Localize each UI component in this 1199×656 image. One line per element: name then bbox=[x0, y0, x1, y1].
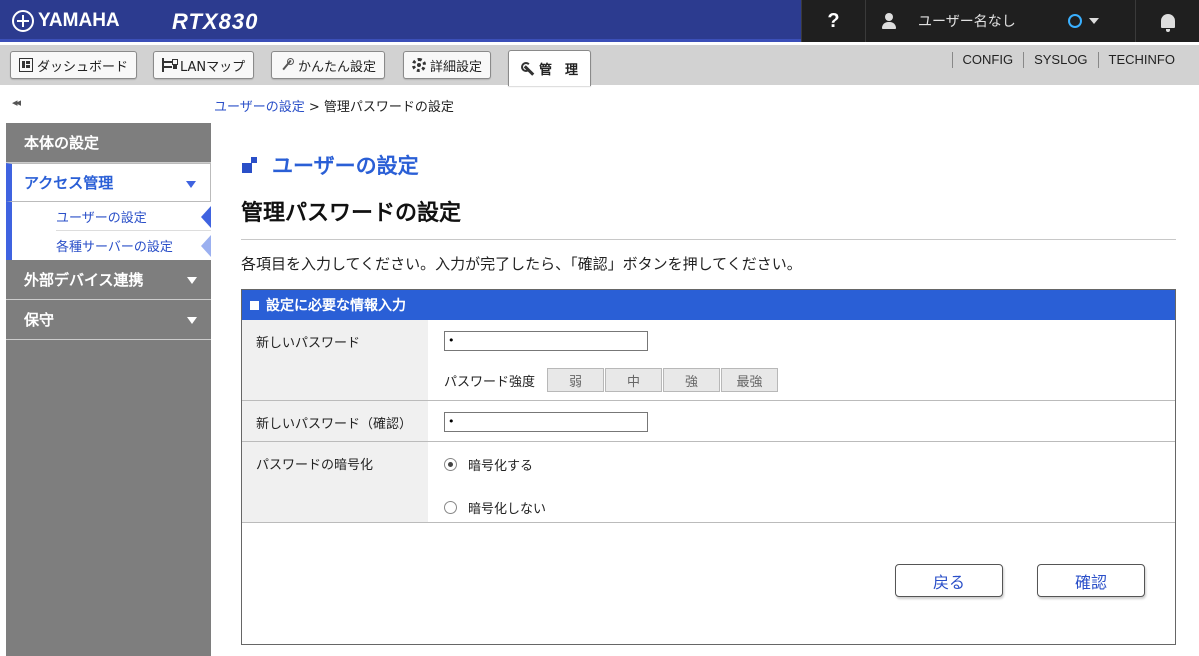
user-name: ユーザー名なし bbox=[918, 14, 1016, 30]
divider bbox=[241, 239, 1176, 240]
sidebar-item-label: アクセス管理 bbox=[24, 174, 114, 192]
section-title-text: ユーザーの設定 bbox=[272, 154, 419, 178]
sidebar-collapse-button[interactable]: ◂◂ bbox=[12, 96, 21, 109]
section-title: ユーザーの設定 bbox=[242, 150, 419, 180]
menu-dashboard[interactable]: ダッシュボード bbox=[10, 51, 138, 79]
menu-advanced[interactable]: 詳細設定 bbox=[403, 51, 492, 79]
radio-encrypt-off[interactable]: 暗号化しない bbox=[444, 498, 1159, 517]
sidebar-item-label: 保守 bbox=[24, 311, 55, 329]
new-password-row: 新しいパスワード • パスワード強度 弱 中 強 最強 bbox=[242, 320, 1175, 401]
encryption-label: パスワードの暗号化 bbox=[242, 442, 428, 522]
breadcrumb-parent-link[interactable]: ユーザーの設定 bbox=[214, 100, 305, 115]
menu-easy-setup[interactable]: かんたん設定 bbox=[271, 51, 386, 79]
dashboard-icon bbox=[19, 58, 33, 72]
new-password-label: 新しいパスワード bbox=[242, 320, 428, 400]
menu-label: LANマップ bbox=[180, 59, 246, 75]
user-icon bbox=[882, 13, 896, 29]
help-icon: ? bbox=[827, 9, 840, 32]
current-marker-icon bbox=[201, 206, 211, 228]
encryption-value-cell: 暗号化する 暗号化しない bbox=[428, 442, 1175, 522]
menu-label: 詳細設定 bbox=[430, 59, 483, 75]
confirm-password-label: 新しいパスワード（確認） bbox=[242, 401, 428, 441]
breadcrumb-separator: > bbox=[304, 100, 324, 115]
menu-bar: ダッシュボード LANマップ かんたん設定 詳細設定 管 理 CONFIG SY… bbox=[0, 45, 1199, 86]
new-password-input[interactable]: • bbox=[444, 331, 648, 351]
status-ring-icon bbox=[1067, 14, 1082, 28]
radio-selected-icon[interactable] bbox=[444, 458, 457, 471]
strength-strongest: 最強 bbox=[721, 368, 779, 392]
confirm-button[interactable]: 確認 bbox=[1037, 564, 1145, 597]
menu-label: かんたん設定 bbox=[298, 59, 377, 75]
confirm-password-input[interactable]: • bbox=[444, 412, 648, 432]
sidebar: 本体の設定 アクセス管理 ユーザーの設定 各種サーバーの設定 外部デバイス連携 … bbox=[6, 123, 211, 656]
sidebar-submenu: ユーザーの設定 各種サーバーの設定 bbox=[6, 202, 211, 260]
top-links: CONFIG SYSLOG TECHINFO bbox=[951, 52, 1185, 68]
page-description: 各項目を入力してください。入力が完了したら、「確認」ボタンを押してください。 bbox=[241, 255, 802, 273]
strength-label: パスワード強度 bbox=[444, 374, 536, 390]
page-title: 管理パスワードの設定 bbox=[241, 201, 462, 226]
radio-unselected-icon[interactable] bbox=[444, 501, 457, 514]
menu-lan-map[interactable]: LANマップ bbox=[153, 51, 255, 79]
sidebar-item-device-settings[interactable]: 本体の設定 bbox=[6, 123, 211, 163]
user-menu[interactable]: ユーザー名なし bbox=[865, 0, 1135, 42]
confirm-password-row: 新しいパスワード（確認） • bbox=[242, 401, 1175, 442]
strength-weak: 弱 bbox=[547, 368, 605, 392]
chevron-down-icon bbox=[186, 181, 196, 188]
breadcrumb: ユーザーの設定 > 管理パスワードの設定 bbox=[214, 96, 454, 115]
yamaha-logo: YAMAHA bbox=[12, 9, 120, 33]
wand-icon bbox=[280, 58, 294, 72]
strength-medium: 中 bbox=[605, 368, 663, 392]
yamaha-tuning-fork-icon bbox=[12, 10, 34, 32]
sidebar-item-external-devices[interactable]: 外部デバイス連携 bbox=[6, 260, 211, 300]
sidebar-subitem-label: 各種サーバーの設定 bbox=[56, 240, 173, 255]
gear-icon bbox=[412, 58, 426, 72]
radio-label: 暗号化する bbox=[468, 459, 534, 474]
link-config[interactable]: CONFIG bbox=[951, 52, 1024, 68]
sidebar-subitem-server-settings[interactable]: 各種サーバーの設定 bbox=[56, 231, 211, 260]
marker-icon bbox=[201, 235, 211, 257]
section-icon bbox=[242, 157, 258, 173]
square-icon bbox=[250, 300, 259, 310]
radio-encrypt-on[interactable]: 暗号化する bbox=[444, 455, 1159, 474]
header-tools: ? ユーザー名なし bbox=[801, 0, 1199, 42]
chevron-down-icon bbox=[187, 317, 197, 324]
chevron-down-icon bbox=[187, 277, 197, 284]
radio-label: 暗号化しない bbox=[468, 502, 547, 517]
chevron-down-icon bbox=[1088, 18, 1099, 24]
sidebar-item-label: 本体の設定 bbox=[24, 134, 100, 152]
confirm-password-value-cell: • bbox=[428, 401, 1175, 441]
link-syslog[interactable]: SYSLOG bbox=[1023, 52, 1097, 68]
top-bar: YAMAHA RTX830 ? ユーザー名なし bbox=[0, 0, 1199, 42]
sidebar-item-access-management[interactable]: アクセス管理 bbox=[6, 163, 211, 202]
model-name: RTX830 bbox=[172, 9, 259, 34]
panel-heading-text: 設定に必要な情報入力 bbox=[266, 298, 406, 314]
wrench-icon bbox=[521, 61, 535, 76]
link-techinfo[interactable]: TECHINFO bbox=[1097, 52, 1185, 68]
menu-management[interactable]: 管 理 bbox=[508, 50, 592, 86]
sidebar-item-maintenance[interactable]: 保守 bbox=[6, 300, 211, 340]
help-button[interactable]: ? bbox=[801, 0, 865, 42]
password-strength: パスワード強度 弱 中 強 最強 bbox=[444, 368, 1159, 392]
brand-name: YAMAHA bbox=[38, 10, 120, 31]
bell-icon bbox=[1160, 14, 1175, 32]
lan-map-icon bbox=[162, 58, 178, 72]
breadcrumb-current: 管理パスワードの設定 bbox=[323, 100, 454, 115]
sidebar-subitem-label: ユーザーの設定 bbox=[56, 210, 147, 226]
sidebar-item-label: 外部デバイス連携 bbox=[24, 271, 144, 289]
new-password-value-cell: • パスワード強度 弱 中 強 最強 bbox=[428, 320, 1175, 400]
strength-strong: 強 bbox=[663, 368, 721, 392]
menu-label: 管 理 bbox=[539, 63, 579, 78]
panel-heading: 設定に必要な情報入力 bbox=[242, 290, 1175, 320]
sidebar-subitem-user-settings[interactable]: ユーザーの設定 bbox=[56, 202, 211, 231]
back-button[interactable]: 戻る bbox=[895, 564, 1003, 597]
settings-panel: 設定に必要な情報入力 新しいパスワード • パスワード強度 弱 中 強 最強 新… bbox=[241, 289, 1176, 645]
notification-button[interactable] bbox=[1135, 0, 1199, 42]
menu-label: ダッシュボード bbox=[37, 59, 129, 75]
encryption-row: パスワードの暗号化 暗号化する 暗号化しない bbox=[242, 442, 1175, 523]
